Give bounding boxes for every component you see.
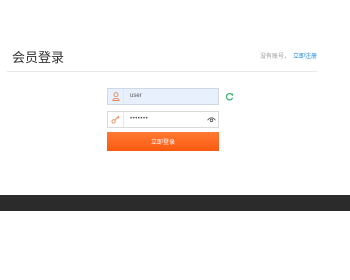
- login-button[interactable]: 立即登录: [107, 132, 219, 151]
- username-input[interactable]: user: [124, 89, 218, 104]
- password-input[interactable]: •••••••: [124, 112, 204, 127]
- username-field[interactable]: user: [107, 88, 219, 105]
- header-divider: [7, 71, 317, 72]
- user-icon: [108, 89, 124, 104]
- key-icon: [108, 112, 124, 127]
- register-prompt-text: 没有账号，: [259, 54, 290, 60]
- footer-bar: [0, 195, 350, 211]
- eye-icon[interactable]: [204, 112, 218, 127]
- refresh-icon[interactable]: [224, 91, 234, 101]
- page-title: 会员登录: [12, 50, 65, 65]
- password-field[interactable]: •••••••: [107, 111, 219, 128]
- register-link[interactable]: 立即注册: [293, 54, 317, 60]
- register-prompt: 没有账号， 立即注册: [260, 51, 317, 60]
